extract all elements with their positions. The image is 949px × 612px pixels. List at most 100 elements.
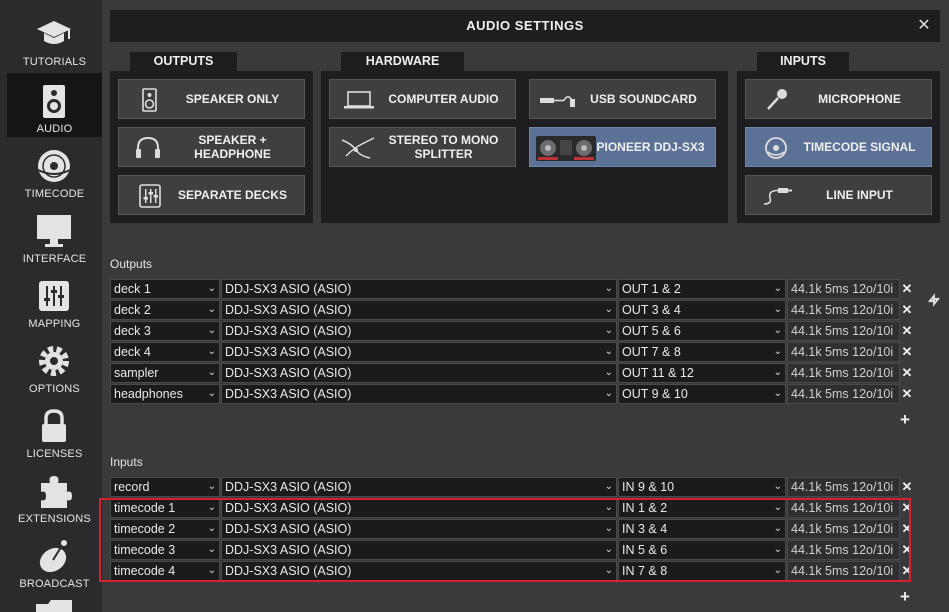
channels-select[interactable]: OUT 3 & 4 ⌄ [618,300,786,320]
remove-row-button[interactable]: ✕ [901,363,913,383]
chevron-down-icon: ⌄ [773,388,782,399]
channels-select[interactable]: IN 1 & 2 ⌄ [618,498,786,518]
device-name: DDJ-SX3 ASIO (ASIO) [225,522,352,536]
computer-audio-button[interactable]: COMPUTER AUDIO [329,79,516,119]
channels-select[interactable]: IN 3 & 4 ⌄ [618,519,786,539]
table-row: timecode 1 ⌄ DDJ-SX3 ASIO (ASIO) ⌄ IN 1 & 2 ⌄… [110,498,912,518]
sidebar-item-broadcast[interactable]: BROADCAST [7,528,102,592]
channel-name-select[interactable]: deck 3 ⌄ [110,321,220,341]
device-info: 44.1k 5ms 12o/10i [787,540,900,560]
device-name: DDJ-SX3 ASIO (ASIO) [225,501,352,515]
speaker-headphone-button[interactable]: SPEAKER + HEADPHONE [118,127,305,167]
channels-select[interactable]: IN 9 & 10 ⌄ [618,477,786,497]
separate-decks-button[interactable]: SEPARATE DECKS [118,175,305,215]
close-button[interactable]: ✕ [914,16,934,36]
device-select[interactable]: DDJ-SX3 ASIO (ASIO) ⌄ [221,498,617,518]
remove-row-button[interactable]: ✕ [901,540,913,560]
sidebar-item-audio[interactable]: AUDIO [7,73,102,137]
remove-row-button[interactable]: ✕ [901,342,913,362]
stereo-to-mono-splitter-button[interactable]: STEREO TO MONO SPLITTER [329,127,516,167]
channels-select[interactable]: OUT 1 & 2 ⌄ [618,279,786,299]
channel-name-select[interactable]: deck 4 ⌄ [110,342,220,362]
remove-row-button[interactable]: ✕ [901,321,913,341]
channel-name-select[interactable]: timecode 3 ⌄ [110,540,220,560]
channel-name-select[interactable]: deck 2 ⌄ [110,300,220,320]
hardware-panel: COMPUTER AUDIO USB SOUNDCARD STEREO TO M… [321,71,728,223]
channels-select[interactable]: OUT 9 & 10 ⌄ [618,384,786,404]
channels-value: OUT 7 & 8 [622,345,681,359]
device-name: DDJ-SX3 ASIO (ASIO) [225,387,352,401]
sidebar-item-options[interactable]: OPTIONS [7,333,102,397]
device-select[interactable]: DDJ-SX3 ASIO (ASIO) ⌄ [221,342,617,362]
device-select[interactable]: DDJ-SX3 ASIO (ASIO) ⌄ [221,321,617,341]
usb-soundcard-button[interactable]: USB SOUNDCARD [529,79,716,119]
table-row: deck 3 ⌄ DDJ-SX3 ASIO (ASIO) ⌄ OUT 5 & 6 ⌄ 44.… [110,321,912,341]
channel-name-select[interactable]: sampler ⌄ [110,363,220,383]
chevron-down-icon: ⌄ [207,565,216,576]
channel-name-select[interactable]: timecode 1 ⌄ [110,498,220,518]
timecode-signal-button[interactable]: TIMECODE SIGNAL [745,127,932,167]
device-select[interactable]: DDJ-SX3 ASIO (ASIO) ⌄ [221,300,617,320]
device-name: DDJ-SX3 ASIO (ASIO) [225,324,352,338]
microphone-button[interactable]: MICROPHONE [745,79,932,119]
button-label: MICROPHONE [818,92,901,106]
channel-name-select[interactable]: headphones ⌄ [110,384,220,404]
sidebar-item-tutorials[interactable]: TUTORIALS [7,6,102,70]
speaker-only-button[interactable]: SPEAKER ONLY [118,79,305,119]
device-select[interactable]: DDJ-SX3 ASIO (ASIO) ⌄ [221,540,617,560]
remove-row-button[interactable]: ✕ [901,561,913,581]
rca-cable-icon [763,188,792,205]
device-name: DDJ-SX3 ASIO (ASIO) [225,564,352,578]
add-input-button[interactable]: + [898,588,912,605]
channel-name-select[interactable]: timecode 4 ⌄ [110,561,220,581]
sidebar-item-timecode[interactable]: TIMECODE [7,138,102,202]
device-select[interactable]: DDJ-SX3 ASIO (ASIO) ⌄ [221,384,617,404]
channel-name-select[interactable]: record ⌄ [110,477,220,497]
device-select[interactable]: DDJ-SX3 ASIO (ASIO) ⌄ [221,561,617,581]
device-select[interactable]: DDJ-SX3 ASIO (ASIO) ⌄ [221,279,617,299]
gear-icon [39,346,69,376]
sidebar-item-extensions[interactable]: EXTENSIONS [7,463,102,527]
usb-cable-icon [540,95,575,107]
remove-row-button[interactable]: ✕ [901,519,913,539]
remove-row-button[interactable]: ✕ [901,300,913,320]
remove-row-button[interactable]: ✕ [901,279,913,299]
device-name: DDJ-SX3 ASIO (ASIO) [225,282,352,296]
remove-row-button[interactable]: ✕ [901,384,913,404]
remove-row-button[interactable]: ✕ [901,498,913,518]
channel-name: record [114,480,150,494]
chevron-down-icon: ⌄ [604,502,613,513]
chevron-down-icon: ⌄ [773,544,782,555]
channels-select[interactable]: OUT 7 & 8 ⌄ [618,342,786,362]
channels-value: OUT 3 & 4 [622,303,681,317]
device-select[interactable]: DDJ-SX3 ASIO (ASIO) ⌄ [221,477,617,497]
channel-name-select[interactable]: timecode 2 ⌄ [110,519,220,539]
channels-select[interactable]: OUT 5 & 6 ⌄ [618,321,786,341]
sidebar-item-mapping[interactable]: MAPPING [7,268,102,332]
chevron-down-icon: ⌄ [207,346,216,357]
audio-settings-dialog: AUDIO SETTINGS ✕ OUTPUTS HARDWARE INPUTS… [110,10,940,612]
pioneer-ddj-sx3-button[interactable]: PIONEER DDJ-SX3 [529,127,716,167]
channel-name: deck 2 [114,303,151,317]
swap-icon[interactable] [926,292,942,308]
button-label: LINE INPUT [826,188,893,202]
chevron-down-icon: ⌄ [773,304,782,315]
vinyl-icon [37,150,71,182]
device-select[interactable]: DDJ-SX3 ASIO (ASIO) ⌄ [221,363,617,383]
remove-row-button[interactable]: ✕ [901,477,913,497]
chevron-down-icon: ⌄ [207,304,216,315]
device-select[interactable]: DDJ-SX3 ASIO (ASIO) ⌄ [221,519,617,539]
close-icon: ✕ [901,542,913,557]
channels-select[interactable]: IN 5 & 6 ⌄ [618,540,786,560]
channel-name: timecode 4 [114,564,176,578]
monitor-icon [37,215,71,247]
channels-select[interactable]: IN 7 & 8 ⌄ [618,561,786,581]
channels-select[interactable]: OUT 11 & 12 ⌄ [618,363,786,383]
folder-icon[interactable] [36,600,72,612]
sidebar-item-licenses[interactable]: LICENSES [7,398,102,462]
sidebar-item-interface[interactable]: INTERFACE [7,203,102,267]
line-input-button[interactable]: LINE INPUT [745,175,932,215]
channel-name-select[interactable]: deck 1 ⌄ [110,279,220,299]
graduation-cap-icon [37,21,71,44]
add-output-button[interactable]: + [898,411,912,428]
